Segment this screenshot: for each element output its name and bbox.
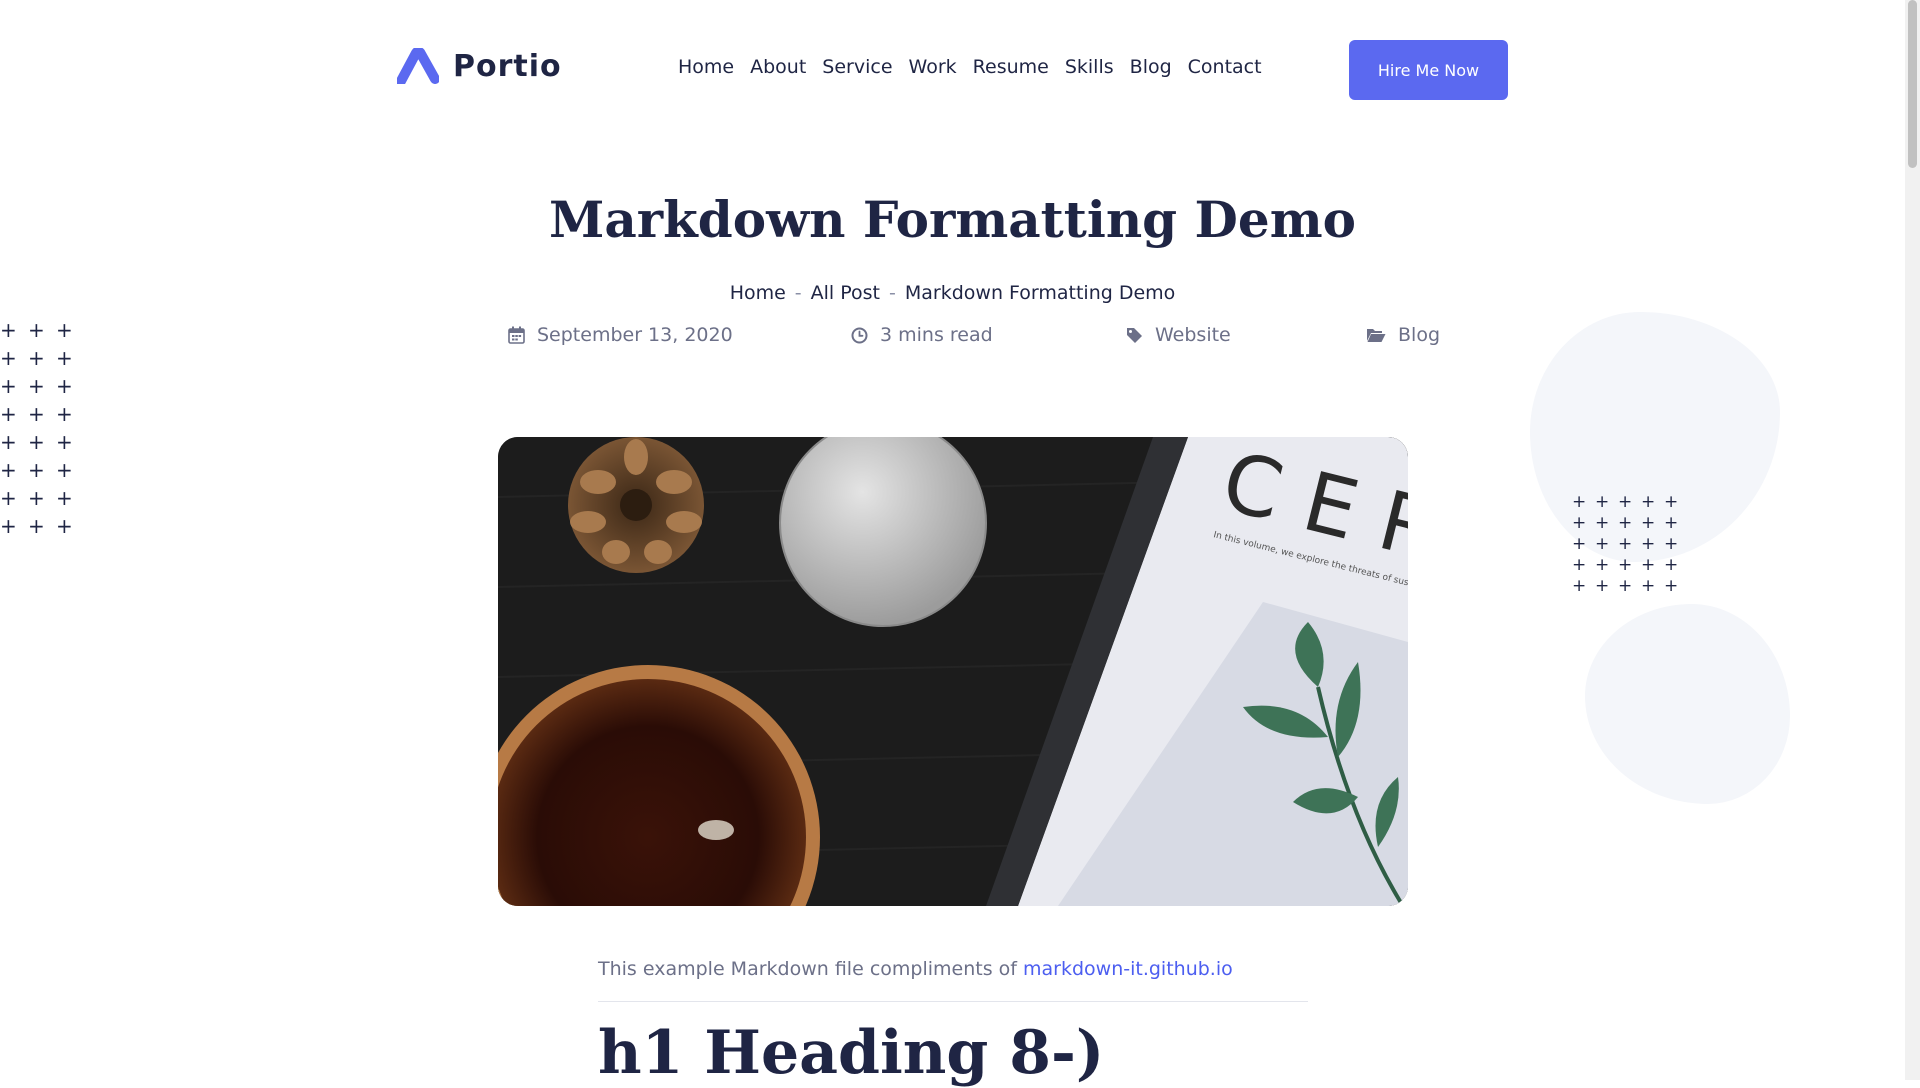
logo-text: Portio bbox=[453, 48, 562, 84]
nav-item-skills[interactable]: Skills bbox=[1065, 56, 1114, 78]
nav-item-service[interactable]: Service bbox=[822, 56, 892, 78]
meta-read-time: 3 mins read bbox=[851, 324, 993, 346]
meta-tag[interactable]: Website bbox=[1126, 324, 1231, 346]
meta-date: September 13, 2020 bbox=[508, 324, 733, 346]
breadcrumb-home[interactable]: Home bbox=[730, 282, 786, 304]
logo-mark-icon bbox=[397, 48, 439, 84]
nav-item-contact[interactable]: Contact bbox=[1188, 56, 1262, 78]
meta-read-time-text: 3 mins read bbox=[880, 324, 993, 346]
meta-category-text: Blog bbox=[1398, 324, 1440, 346]
breadcrumb-separator: - bbox=[889, 282, 896, 304]
page-title: Markdown Formatting Demo bbox=[549, 190, 1356, 249]
hire-me-button[interactable]: Hire Me Now bbox=[1349, 40, 1508, 100]
divider bbox=[598, 1001, 1308, 1002]
nav-item-resume[interactable]: Resume bbox=[973, 56, 1049, 78]
meta-category[interactable]: Blog bbox=[1366, 324, 1440, 346]
main-nav: Home About Service Work Resume Skills Bl… bbox=[678, 56, 1262, 78]
logo[interactable]: Portio bbox=[397, 48, 562, 84]
decorative-blob bbox=[1585, 604, 1790, 804]
breadcrumb-current: Markdown Formatting Demo bbox=[904, 282, 1176, 304]
clock-icon bbox=[851, 327, 868, 344]
article-intro-text: This example Markdown file compliments o… bbox=[598, 958, 1017, 980]
post-meta: September 13, 2020 3 mins read Website B… bbox=[0, 324, 1920, 348]
breadcrumb-all-post[interactable]: All Post bbox=[811, 282, 880, 304]
markdown-it-link[interactable]: markdown-it.github.io bbox=[1023, 958, 1233, 980]
meta-tag-text: Website bbox=[1155, 324, 1231, 346]
scrollbar[interactable] bbox=[1905, 0, 1920, 1080]
article-heading: h1 Heading 8-) bbox=[598, 1018, 1105, 1088]
breadcrumb-separator: - bbox=[794, 282, 802, 304]
article-intro: This example Markdown file compliments o… bbox=[598, 958, 1233, 980]
nav-item-home[interactable]: Home bbox=[678, 56, 734, 78]
scrollbar-thumb[interactable] bbox=[1908, 0, 1917, 168]
folder-icon bbox=[1366, 327, 1386, 343]
breadcrumb: Home - All Post - Markdown Formatting Demo bbox=[0, 282, 1905, 304]
nav-item-work[interactable]: Work bbox=[909, 56, 957, 78]
calendar-icon bbox=[508, 326, 525, 344]
nav-item-blog[interactable]: Blog bbox=[1130, 56, 1172, 78]
nav-item-about[interactable]: About bbox=[750, 56, 806, 78]
plus-pattern-left: + + + + + + + + + + + + + + + + + + + + + + + + bbox=[0, 318, 73, 538]
hero-image: C E R In this volume, we explore the thr… bbox=[498, 437, 1408, 906]
meta-date-text: September 13, 2020 bbox=[537, 324, 733, 346]
tag-icon bbox=[1126, 327, 1143, 344]
plus-pattern-right: + + + + + + + + + + + + + + + + + + + + + + + + + bbox=[1572, 492, 1679, 596]
